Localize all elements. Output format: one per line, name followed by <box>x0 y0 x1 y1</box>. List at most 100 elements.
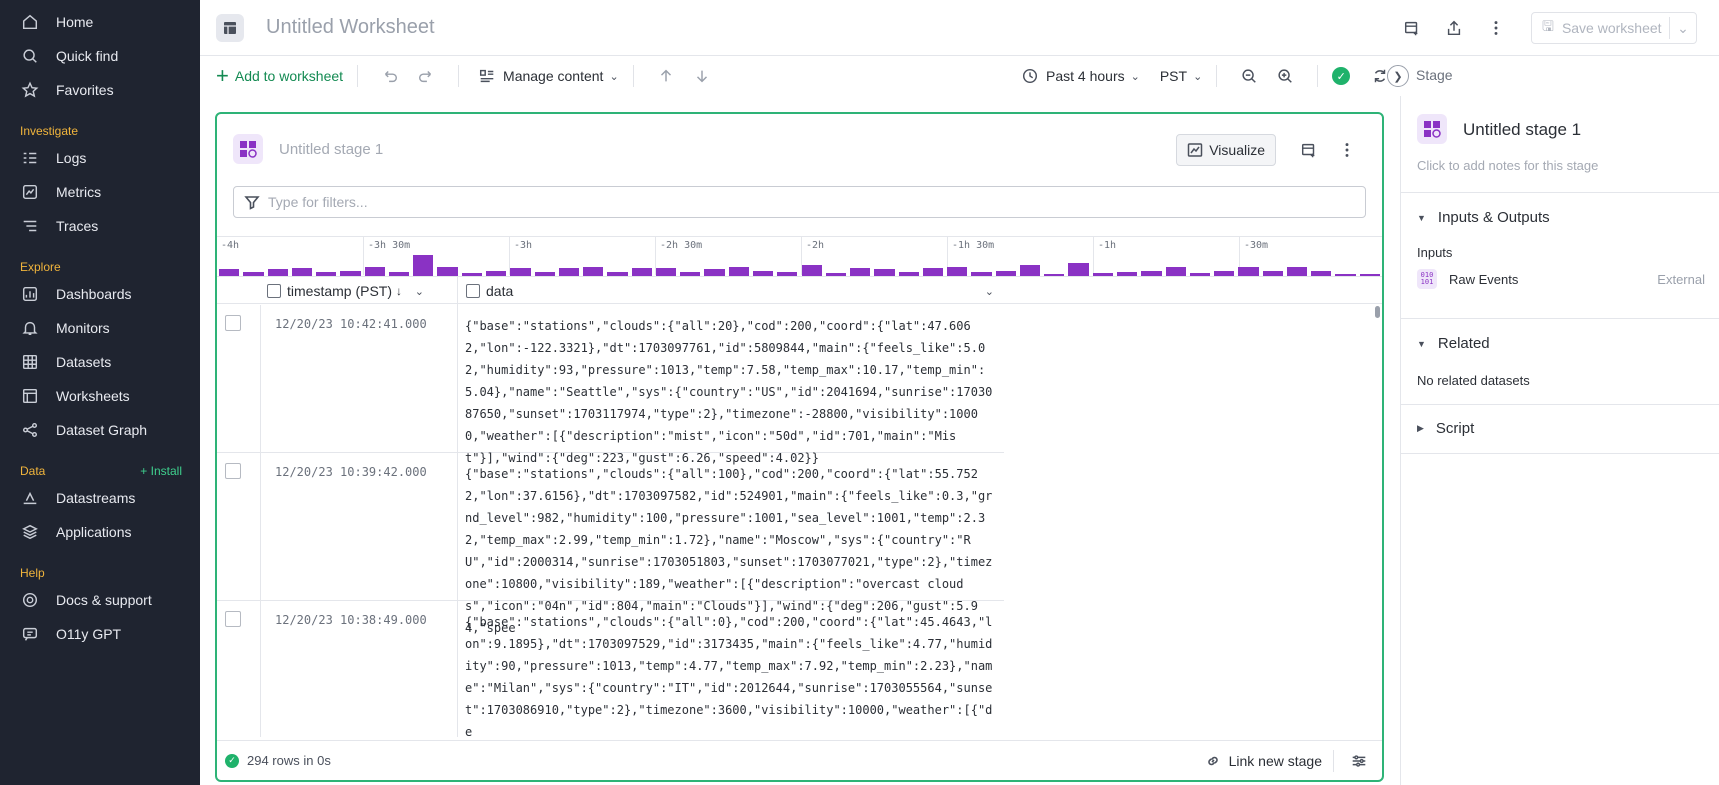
binary-dataset-icon: 010 101 <box>1417 269 1437 289</box>
visualize-button[interactable]: Visualize <box>1176 134 1276 166</box>
zoom-out-icon[interactable] <box>1239 66 1259 86</box>
sidebar-item-monitors[interactable]: Monitors <box>0 311 200 345</box>
filter-input[interactable]: Type for filters... <box>233 186 1366 218</box>
scrollbar[interactable] <box>1375 306 1380 318</box>
zoom-in-icon[interactable] <box>1275 66 1295 86</box>
timezone-select[interactable]: PST ⌄ <box>1160 68 1202 84</box>
histogram-bar[interactable] <box>1068 262 1089 276</box>
logs-icon <box>20 148 40 168</box>
related-toggle[interactable]: ▼ Related <box>1417 335 1490 352</box>
save-worksheet-button[interactable]: 🖫 Save worksheet ⌄ <box>1531 12 1697 44</box>
manage-content-button[interactable]: Manage content ⌄ <box>477 66 619 86</box>
histogram-bar[interactable] <box>1165 266 1186 276</box>
row-checkbox[interactable] <box>225 315 241 331</box>
histogram-bar[interactable] <box>655 268 677 276</box>
table-row[interactable]: 12/20/23 10:42:41.000 {"base":"stations"… <box>217 305 1004 465</box>
sidebar-item-applications[interactable]: Applications <box>0 515 200 549</box>
move-down-icon[interactable] <box>692 66 712 86</box>
row-checkbox[interactable] <box>225 611 241 627</box>
add-to-worksheet-button[interactable]: + Add to worksheet <box>216 65 343 87</box>
sidebar-item-worksheets[interactable]: Worksheets <box>0 379 200 413</box>
sidebar-item-dataset-graph[interactable]: Dataset Graph <box>0 413 200 447</box>
histogram-bar[interactable] <box>510 268 531 276</box>
grid-icon <box>20 352 40 372</box>
divider <box>457 453 458 600</box>
inputs-outputs-toggle[interactable]: ▼ Inputs & Outputs <box>1417 209 1550 226</box>
row-checkbox[interactable] <box>225 463 241 479</box>
more-vertical-icon[interactable] <box>1338 141 1356 159</box>
move-up-icon[interactable] <box>656 66 676 86</box>
stage-notes-input[interactable]: Click to add notes for this stage <box>1417 158 1598 173</box>
histogram-bar[interactable] <box>267 269 288 276</box>
sidebar-item-traces[interactable]: Traces <box>0 209 200 243</box>
sidebar-item-metrics[interactable]: Metrics <box>0 175 200 209</box>
sidebar-item-label: Traces <box>56 218 99 234</box>
histogram-bar[interactable] <box>583 266 604 276</box>
histogram-bar[interactable] <box>291 267 313 276</box>
stage-details-panel: Untitled stage 1 Click to add notes for … <box>1400 96 1719 785</box>
divider <box>457 305 458 452</box>
sort-down-icon[interactable]: ↓ <box>396 284 402 298</box>
sidebar-item-dashboards[interactable]: Dashboards <box>0 277 200 311</box>
sidebar-item-quick-find[interactable]: Quick find <box>0 39 200 73</box>
stage-icon <box>233 134 263 164</box>
column-header-timestamp[interactable]: timestamp (PST) ↓ ⌄ <box>267 277 432 305</box>
worksheet-title[interactable]: Untitled Worksheet <box>266 16 435 39</box>
chevron-down-icon[interactable]: ⌄ <box>415 285 424 298</box>
undo-icon[interactable] <box>380 66 400 86</box>
histogram-bar[interactable] <box>922 268 944 276</box>
sidebar-item-favorites[interactable]: Favorites <box>0 73 200 107</box>
related-section: ▼ Related No related datasets <box>1401 318 1719 404</box>
sidebar-item-datastreams[interactable]: Datastreams <box>0 481 200 515</box>
chevron-down-icon[interactable]: ⌄ <box>985 285 994 298</box>
histogram-bar[interactable] <box>1238 266 1259 276</box>
redo-icon[interactable] <box>416 66 436 86</box>
input-raw-events[interactable]: 010 101 Raw Events External <box>1417 269 1705 289</box>
sidebar-item-label: Applications <box>56 524 132 540</box>
worksheet-icon[interactable] <box>216 13 244 42</box>
histogram-bar[interactable] <box>850 268 871 276</box>
histogram-bar[interactable] <box>874 269 895 276</box>
histogram-bar[interactable] <box>364 266 385 276</box>
stage-title[interactable]: Untitled stage 1 <box>1463 120 1581 140</box>
table-row[interactable]: 12/20/23 10:38:49.000 {"base":"stations"… <box>217 601 1004 737</box>
histogram-bar[interactable] <box>413 255 434 276</box>
histogram-bar[interactable] <box>728 266 749 276</box>
time-range-select[interactable]: Past 4 hours ⌄ <box>1020 66 1140 86</box>
stage-panel-toggle[interactable]: ❯ <box>1387 65 1409 87</box>
add-dataset-icon[interactable] <box>1300 141 1318 159</box>
chevron-down-icon[interactable]: ⌄ <box>1670 20 1696 37</box>
stage-icon <box>1417 114 1447 144</box>
time-controls: Past 4 hours ⌄ PST ⌄ ✓ <box>1020 56 1398 96</box>
sidebar-item-o11y-gpt[interactable]: O11y GPT <box>0 617 200 651</box>
histogram-bar[interactable] <box>558 268 580 276</box>
histogram-bar[interactable] <box>1286 266 1308 276</box>
inputs-outputs-section: ▼ Inputs & Outputs Inputs 010 101 Raw Eve… <box>1401 192 1719 318</box>
link-new-stage-button[interactable]: Link new stage <box>1205 753 1322 769</box>
histogram-bar[interactable] <box>219 269 240 276</box>
sidebar-item-docs[interactable]: Docs & support <box>0 583 200 617</box>
table-row[interactable]: 12/20/23 10:39:42.000 {"base":"stations"… <box>217 453 1004 635</box>
histogram-bar[interactable] <box>631 268 652 276</box>
histogram-bar[interactable] <box>437 266 458 276</box>
sidebar-item-datasets[interactable]: Datasets <box>0 345 200 379</box>
histogram-bar[interactable] <box>947 266 968 276</box>
event-histogram[interactable]: -4h -3h 30m -3h -2h 30m -2h -1h 30m -1h -30m <box>217 236 1382 276</box>
histogram-bar[interactable] <box>801 264 822 276</box>
install-link[interactable]: + Install <box>140 464 182 478</box>
more-vertical-icon[interactable] <box>1486 18 1506 38</box>
stage-name[interactable]: Untitled stage 1 <box>279 141 383 158</box>
column-header-data[interactable]: data ⌄ <box>457 277 1002 305</box>
histogram-bar[interactable] <box>704 269 725 276</box>
share-icon[interactable] <box>1444 18 1464 38</box>
histogram-bar[interactable] <box>1019 264 1041 276</box>
sidebar-item-logs[interactable]: Logs <box>0 141 200 175</box>
filter-placeholder: Type for filters... <box>268 194 368 210</box>
add-dataset-icon[interactable] <box>1402 18 1422 38</box>
histogram-tick: -30m <box>1239 237 1382 275</box>
sidebar-item-home[interactable]: Home <box>0 5 200 39</box>
sidebar-item-label: Datasets <box>56 354 112 370</box>
script-toggle[interactable]: ▶ Script <box>1417 420 1474 437</box>
settings-sliders-icon[interactable] <box>1350 752 1368 770</box>
sidebar-item-label: Datastreams <box>56 490 136 506</box>
